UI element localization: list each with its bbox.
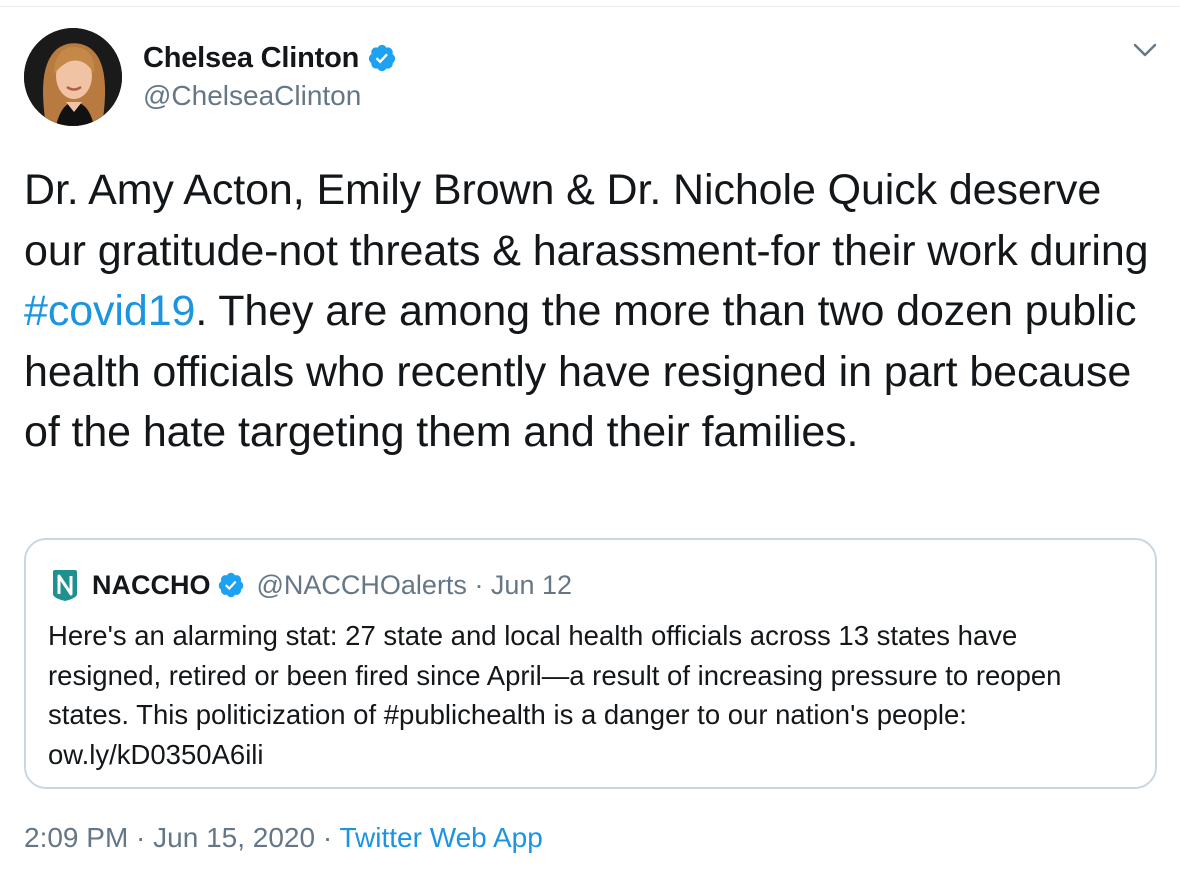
tweet-text-part-1: Dr. Amy Acton, Emily Brown & Dr. Nichole… [24,166,1149,275]
verified-badge-icon [217,571,245,599]
quoted-handle-date[interactable]: @NACCHOalerts · Jun 12 [257,570,573,601]
chevron-down-icon[interactable] [1130,38,1160,62]
quoted-display-name[interactable]: NACCHO [92,570,211,601]
avatar-image [24,28,122,126]
tweet-footer: 2:09 PM · Jun 15, 2020 · Twitter Web App [24,822,543,854]
avatar[interactable] [24,28,122,126]
tweet-source-link[interactable]: Twitter Web App [339,822,542,853]
tweet-text: Dr. Amy Acton, Emily Brown & Dr. Nichole… [24,160,1164,463]
tweet-timestamp[interactable]: 2:09 PM · Jun 15, 2020 · [24,822,339,853]
author-handle[interactable]: @ChelseaClinton [143,80,361,112]
quoted-tweet-text: Here's an alarming stat: 27 state and lo… [48,620,1062,770]
verified-badge-icon [367,43,397,73]
naccho-logo-icon [50,568,80,602]
quoted-tweet-header: NACCHO @NACCHOalerts · Jun 12 [50,566,572,604]
top-divider [0,6,1180,7]
hashtag-link[interactable]: #covid19 [24,287,195,335]
author-display-name[interactable]: Chelsea Clinton [143,42,359,75]
author-name-row: Chelsea Clinton [143,38,397,78]
quoted-tweet-card[interactable]: NACCHO @NACCHOalerts · Jun 12 Here's an … [24,538,1157,789]
